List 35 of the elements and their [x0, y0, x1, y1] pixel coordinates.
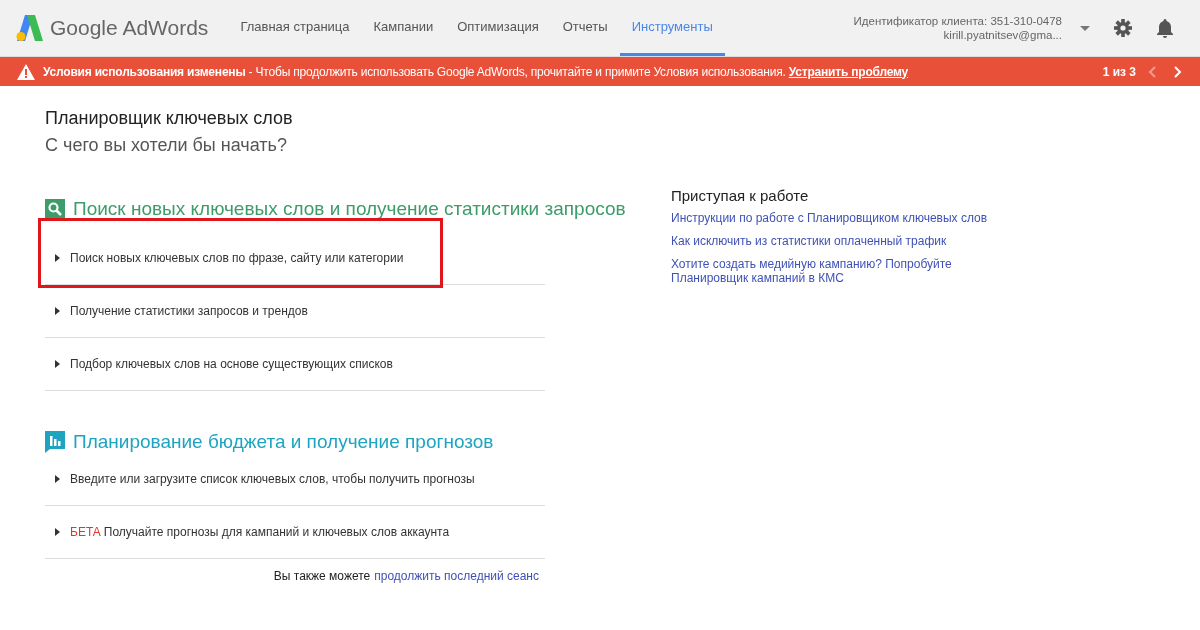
caret-icon — [55, 475, 60, 483]
caret-icon — [55, 360, 60, 368]
section-heading: Поиск новых ключевых слов и получение статистики запросов — [73, 198, 626, 220]
alert-message: Условия использования изменены - Чтобы продолжить использовать Google AdWords, прочитайте и примите Условия использования. Устранить проблему — [43, 64, 909, 79]
settings-icon — [1114, 19, 1132, 37]
nav-tab[interactable]: Кампании — [361, 0, 446, 56]
caret-icon — [55, 528, 60, 536]
beta-label: БЕТА — [70, 525, 101, 539]
caret-icon — [1080, 25, 1090, 31]
sidebar-heading: Приступая к работе — [671, 187, 810, 204]
resume-link[interactable]: продолжить последний сеанс — [374, 569, 539, 583]
chevron-icon — [1148, 65, 1157, 78]
nav-tab[interactable]: Оптимизация — [445, 0, 551, 56]
bell-icon — [1156, 18, 1174, 38]
alert-counter: 1 из 3 — [1102, 64, 1136, 79]
nav-tab[interactable]: Отчеты — [550, 0, 620, 56]
caret-icon — [55, 254, 60, 262]
chevron-icon — [1173, 65, 1182, 78]
help-link[interactable]: Хотите создать медийную кампанию? Попробуйте Планировщик кампаний в КМС — [671, 257, 1021, 285]
warning-icon — [17, 63, 35, 80]
logo-icon — [16, 15, 44, 41]
fix-problem-link[interactable]: Устранить проблему — [788, 64, 909, 79]
section-heading: Планирование бюджета и получение прогнозов — [73, 431, 494, 453]
logo-text: Google AdWords — [50, 16, 209, 40]
nav-tab[interactable]: Главная страница — [228, 0, 362, 56]
page-title: Планировщик ключевых слов — [45, 108, 294, 129]
option-text: Получайте прогнозы для кампаний и ключевых слов аккаунта — [103, 525, 450, 539]
resume-text: Вы также можете — [273, 569, 371, 583]
help-link[interactable]: Инструкции по работе с Планировщиком ключевых слов — [671, 211, 1021, 225]
caret-icon — [55, 307, 60, 315]
page-subtitle: С чего вы хотели бы начать? — [45, 135, 288, 156]
help-link[interactable]: Как исключить из статистики оплаченный трафик — [671, 234, 1021, 248]
option-link[interactable]: БЕТА Получайте прогнозы для кампаний и ключевых слов аккаунта — [45, 525, 450, 539]
account-email: kirill.pyatnitsev@gma... — [943, 28, 1062, 42]
client-id: Идентификатор клиента: 351-310-0478 — [853, 14, 1062, 28]
